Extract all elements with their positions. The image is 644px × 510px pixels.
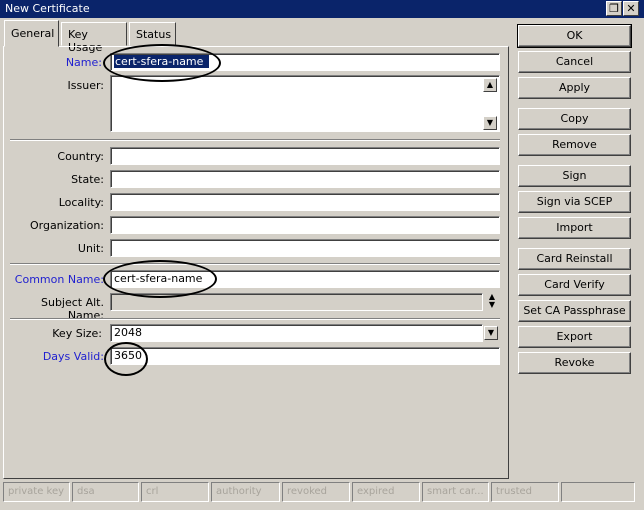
status-dsa: dsa [72,482,139,502]
restore-icon: ❐ [609,2,619,15]
issuer-label: Issuer: [67,79,104,92]
common-name-value: cert-sfera-name [114,272,203,285]
locality-label: Locality: [58,196,104,209]
name-value: cert-sfera-name [114,55,210,68]
apply-button[interactable]: Apply [518,77,631,99]
unit-field[interactable] [110,239,500,257]
chevron-down-icon[interactable]: ▼ [484,326,498,340]
remove-button[interactable]: Remove [518,134,631,156]
organization-label: Organization: [29,219,104,232]
status-private-key: private key [3,482,70,502]
days-valid-field[interactable]: 3650 [110,347,500,365]
status-trusted: trusted [491,482,559,502]
status-smart-card: smart car... [422,482,489,502]
restore-button[interactable]: ❐ [606,1,622,16]
tab-key-usage[interactable]: Key Usage [61,22,127,54]
state-field[interactable] [110,170,500,188]
status-revoked: revoked [282,482,350,502]
tab-general[interactable]: General [4,20,59,47]
revoke-button[interactable]: Revoke [518,352,631,374]
separator [10,263,500,265]
unit-label: Unit: [77,242,104,255]
card-verify-button[interactable]: Card Verify [518,274,631,296]
scroll-down-icon[interactable]: ▼ [483,116,497,130]
import-button[interactable]: Import [518,217,631,239]
copy-button[interactable]: Copy [518,108,631,130]
card-reinstall-button[interactable]: Card Reinstall [518,248,631,270]
sign-button[interactable]: Sign [518,165,631,187]
days-valid-value: 3650 [114,349,142,362]
key-size-value: 2048 [114,326,142,339]
close-icon: ✕ [626,2,636,15]
ok-button[interactable]: OK [517,24,632,48]
status-empty [561,482,635,502]
up-down-icon[interactable]: ▲ ▼ [486,293,498,311]
country-field[interactable] [110,147,500,165]
cancel-button[interactable]: Cancel [518,51,631,73]
key-size-select[interactable]: 2048 [110,324,483,342]
separator [10,318,500,320]
title-bar: New Certificate ❐ ✕ [0,0,644,18]
sign-via-scep-button[interactable]: Sign via SCEP [518,191,631,213]
locality-field[interactable] [110,193,500,211]
status-expired: expired [352,482,420,502]
name-field[interactable]: cert-sfera-name [110,53,500,71]
subject-alt-name-field[interactable] [110,293,483,311]
country-label: Country: [57,150,104,163]
common-name-field[interactable]: cert-sfera-name [110,270,500,288]
name-label: Name: [65,56,102,69]
state-label: State: [71,173,104,186]
key-size-label: Key Size: [52,327,102,340]
status-authority: authority [211,482,280,502]
common-name-label: Common Name: [14,273,104,286]
tab-status[interactable]: Status [129,22,176,46]
window-title: New Certificate [5,2,90,15]
scroll-up-icon[interactable]: ▲ [483,78,497,92]
organization-field[interactable] [110,216,500,234]
status-crl: crl [141,482,209,502]
issuer-field[interactable] [110,75,500,132]
days-valid-label: Days Valid: [42,350,104,363]
export-button[interactable]: Export [518,326,631,348]
separator [10,139,500,141]
close-button[interactable]: ✕ [623,1,639,16]
set-ca-passphrase-button[interactable]: Set CA Passphrase [518,300,631,322]
